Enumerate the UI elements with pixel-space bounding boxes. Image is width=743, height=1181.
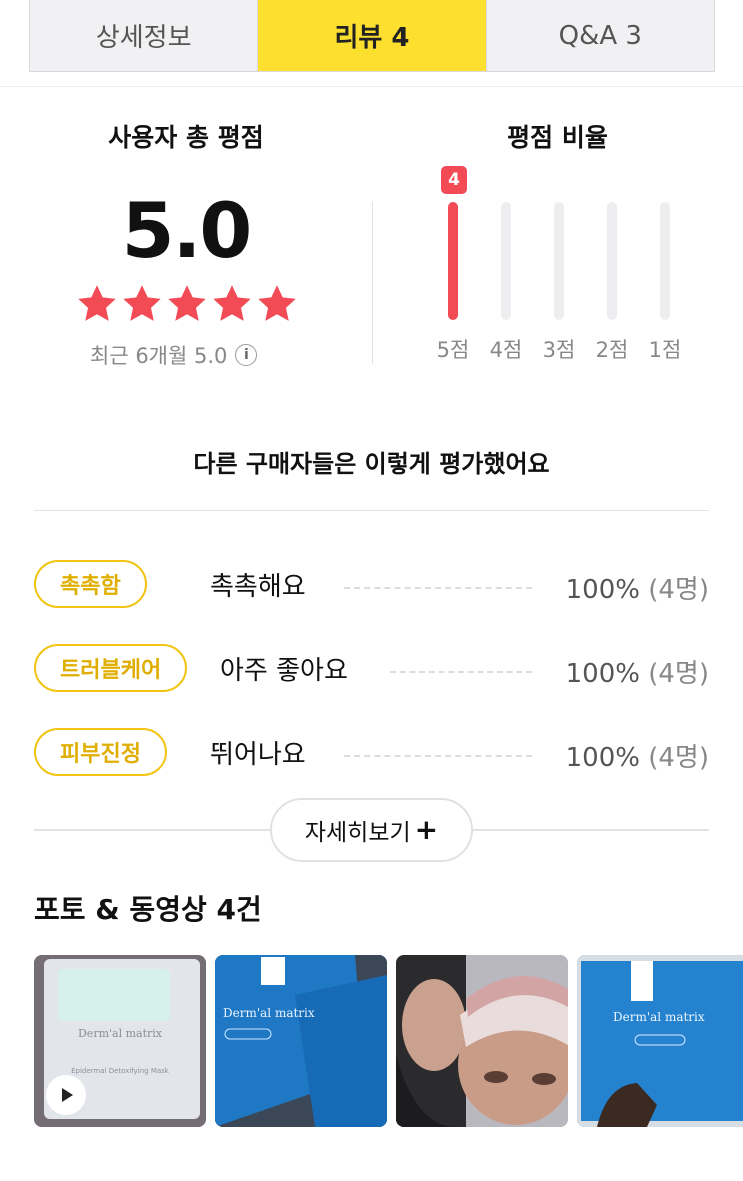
keyword-summary-title: 다른 구매자들은 이렇게 평가했어요	[193, 450, 550, 478]
percent-value: 100%	[565, 743, 640, 773]
rating-bar-4	[501, 202, 511, 320]
keyword-text: 촉촉해요	[210, 572, 306, 602]
reviewer-count: (4명)	[648, 659, 709, 689]
dotted-leader	[344, 587, 532, 589]
keyword-text: 아주 좋아요	[220, 656, 348, 686]
photo-thumbnail[interactable]: Derm'al matrix Epidermal Detoxifying Mas…	[34, 955, 206, 1127]
star-icon	[168, 285, 206, 321]
reviewer-count: (4명)	[648, 743, 709, 773]
dotted-leader	[390, 671, 532, 673]
see-more-button[interactable]: 자세히보기 +	[270, 798, 473, 862]
keyword-row: 피부진정 뛰어나요 100% (4명)	[34, 728, 709, 780]
reviewer-count: (4명)	[648, 575, 709, 605]
mask-sheet-image: Derm'al matrix	[577, 955, 743, 1127]
info-icon[interactable]: i	[235, 344, 258, 366]
bar-label-3: 3점	[542, 338, 576, 362]
rating-bar-5	[448, 202, 458, 320]
tab-qna[interactable]: Q&A 3	[485, 0, 714, 71]
star-icon	[213, 285, 251, 321]
recent-rating: 최근 6개월 5.0 i	[90, 340, 258, 370]
rating-ratio-title: 평점 비율	[507, 123, 608, 152]
play-icon[interactable]	[46, 1075, 86, 1115]
product-box-image: Derm'al matrix	[215, 955, 387, 1127]
recent-rating-text: 최근 6개월 5.0	[90, 344, 228, 368]
keyword-percent: 100% (4명)	[566, 569, 709, 606]
tab-reviews[interactable]: 리뷰 4	[257, 0, 486, 71]
see-more-label: 자세히보기	[304, 820, 411, 846]
bar-label-1: 1점	[648, 338, 682, 362]
photo-section-title: 포토 & 동영상 4건	[34, 893, 262, 926]
star-icon	[123, 285, 161, 321]
review-tabs: 상세정보 리뷰 4 Q&A 3	[29, 0, 715, 72]
section-divider	[0, 86, 743, 87]
bar-label-4: 4점	[489, 338, 523, 362]
dotted-leader	[344, 755, 532, 757]
divider	[34, 510, 709, 511]
bar-label-5: 5점	[436, 338, 470, 362]
star-icon	[258, 285, 296, 321]
photo-thumbnail[interactable]	[396, 955, 568, 1127]
bar-label-2: 2점	[595, 338, 629, 362]
rating-bar-2	[607, 202, 617, 320]
keyword-tag[interactable]: 트러블케어	[34, 644, 188, 692]
keyword-row: 촉촉함 촉촉해요 100% (4명)	[34, 560, 709, 612]
photo-thumbnail[interactable]: Derm'al matrix	[215, 955, 387, 1127]
summary-divider	[372, 202, 373, 364]
keyword-tag[interactable]: 촉촉함	[34, 560, 147, 608]
brand-text: Derm'al matrix	[223, 1006, 315, 1020]
keyword-row: 트러블케어 아주 좋아요 100% (4명)	[34, 644, 709, 696]
user-photo-image	[396, 955, 568, 1127]
rating-score: 5.0	[121, 186, 253, 275]
keyword-percent: 100% (4명)	[566, 653, 709, 690]
rating-bar-3	[554, 202, 564, 320]
percent-value: 100%	[565, 659, 640, 689]
percent-value: 100%	[565, 575, 640, 605]
brand-text: Derm'al matrix	[78, 1027, 163, 1040]
brand-text: Derm'al matrix	[613, 1010, 705, 1024]
rating-bar-1	[660, 202, 670, 320]
keyword-percent: 100% (4명)	[566, 737, 709, 774]
keyword-tag[interactable]: 피부진정	[34, 728, 167, 776]
bar-fill	[448, 202, 458, 320]
bar-count-badge: 4	[441, 166, 467, 194]
rating-stars	[75, 282, 299, 326]
star-icon	[78, 285, 116, 321]
product-caption: Epidermal Detoxifying Mask	[71, 1067, 170, 1075]
photo-thumbnail[interactable]: Derm'al matrix	[577, 955, 743, 1127]
tab-details[interactable]: 상세정보	[30, 0, 258, 71]
keyword-text: 뛰어나요	[210, 740, 306, 770]
plus-icon: +	[414, 813, 439, 846]
total-rating-title: 사용자 총 평점	[108, 123, 264, 152]
